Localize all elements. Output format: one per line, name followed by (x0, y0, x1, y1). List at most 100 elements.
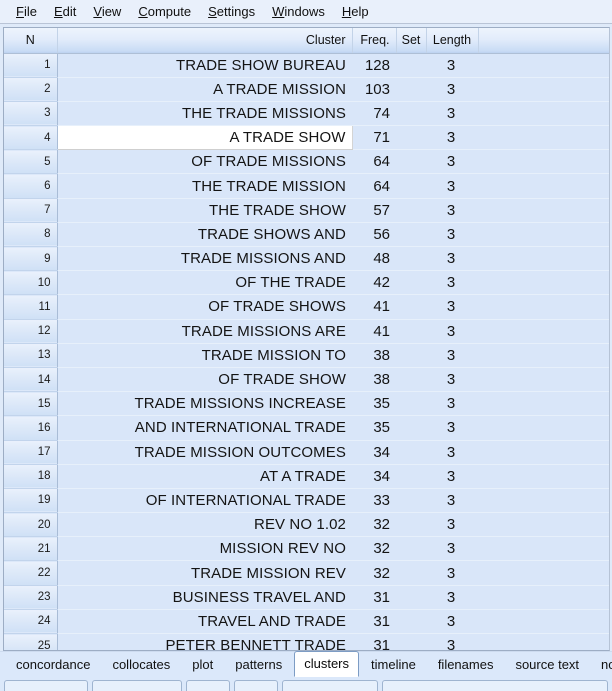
cell-set[interactable] (396, 560, 426, 586)
tab-filenames[interactable]: filenames (428, 652, 504, 677)
tab-clusters[interactable]: clusters (294, 651, 360, 677)
cell-set[interactable] (396, 222, 426, 248)
cell-frequency[interactable]: 64 (352, 149, 396, 175)
bottom-control-1[interactable] (4, 680, 88, 691)
table-row[interactable]: 24 TRAVEL AND TRADE 31 3 (4, 609, 609, 635)
table-row[interactable]: 18 AT A TRADE 34 3 (4, 464, 609, 489)
cell-cluster[interactable]: MISSION REV NO (57, 536, 352, 562)
cell-length[interactable]: 3 (426, 609, 478, 635)
cell-cluster[interactable]: TRADE MISSIONS ARE (57, 319, 352, 344)
menu-item-help[interactable]: Help (334, 2, 378, 21)
table-row[interactable]: 13 TRADE MISSION TO 38 3 (4, 343, 609, 368)
cell-length[interactable]: 3 (426, 440, 478, 465)
cell-frequency[interactable]: 42 (352, 270, 396, 296)
cell-frequency[interactable]: 71 (352, 125, 396, 151)
cell-set[interactable] (396, 246, 426, 272)
tab-timeline[interactable]: timeline (361, 652, 426, 677)
cell-length[interactable]: 3 (426, 536, 478, 562)
cell-set[interactable] (396, 415, 426, 441)
column-header-n[interactable]: N (4, 28, 58, 54)
cell-length[interactable]: 3 (426, 488, 478, 514)
cell-frequency[interactable]: 34 (352, 440, 396, 465)
bottom-control-2[interactable] (92, 680, 182, 691)
column-header-freq[interactable]: Freq. (352, 28, 397, 54)
cell-cluster[interactable]: TRADE MISSION OUTCOMES (57, 440, 352, 465)
cell-frequency[interactable]: 41 (352, 294, 396, 320)
menu-item-edit[interactable]: Edit (46, 2, 85, 21)
cell-cluster[interactable]: THE TRADE SHOW (57, 198, 352, 223)
table-row[interactable]: 1 TRADE SHOW BUREAU 128 3 (4, 53, 609, 78)
cell-cluster[interactable]: TRADE MISSIONS INCREASE (57, 391, 352, 417)
table-row[interactable]: 7 THE TRADE SHOW 57 3 (4, 198, 609, 223)
cell-set[interactable] (396, 512, 426, 538)
table-row[interactable]: 22 TRADE MISSION REV 32 3 (4, 560, 609, 586)
cell-length[interactable]: 3 (426, 560, 478, 586)
cell-cluster[interactable]: TRADE SHOWS AND (57, 222, 352, 248)
menu-item-file[interactable]: File (8, 2, 46, 21)
column-header-cluster[interactable]: Cluster (57, 28, 353, 54)
cell-frequency[interactable]: 33 (352, 488, 396, 514)
table-row[interactable]: 15 TRADE MISSIONS INCREASE 35 3 (4, 391, 609, 417)
column-header-set[interactable]: Set (396, 28, 427, 54)
cell-set[interactable] (396, 633, 426, 650)
table-row[interactable]: 5 OF TRADE MISSIONS 64 3 (4, 149, 609, 175)
table-row[interactable]: 3 THE TRADE MISSIONS 74 3 (4, 101, 609, 127)
cell-length[interactable]: 3 (426, 367, 478, 393)
table-row[interactable]: 20 REV NO 1.02 32 3 (4, 512, 609, 538)
table-row[interactable]: 11 OF TRADE SHOWS 41 3 (4, 294, 609, 320)
cell-set[interactable] (396, 488, 426, 514)
cell-length[interactable]: 3 (426, 101, 478, 127)
cell-length[interactable]: 3 (426, 222, 478, 248)
cell-set[interactable] (396, 319, 426, 344)
clusters-table-container[interactable]: N Cluster Freq. Set Length 1 TRADE SHOW B… (3, 27, 610, 651)
table-row[interactable]: 19 OF INTERNATIONAL TRADE 33 3 (4, 488, 609, 514)
table-row[interactable]: 10 OF THE TRADE 42 3 (4, 270, 609, 296)
cell-set[interactable] (396, 464, 426, 489)
cell-set[interactable] (396, 149, 426, 175)
cell-frequency[interactable]: 34 (352, 464, 396, 489)
cell-frequency[interactable]: 35 (352, 391, 396, 417)
cell-set[interactable] (396, 343, 426, 368)
cell-length[interactable]: 3 (426, 198, 478, 223)
cell-length[interactable]: 3 (426, 294, 478, 320)
table-row[interactable]: 2A TRADE MISSION 103 3 (4, 77, 609, 102)
cell-cluster[interactable]: A TRADE SHOW (56, 125, 353, 151)
cell-set[interactable] (396, 173, 426, 199)
tab-concordance[interactable]: concordance (6, 652, 100, 677)
tab-plot[interactable]: plot (182, 652, 223, 677)
cell-set[interactable] (396, 585, 426, 610)
cell-frequency[interactable]: 48 (352, 246, 396, 272)
bottom-control-4[interactable] (234, 680, 278, 691)
cell-frequency[interactable]: 41 (352, 319, 396, 344)
tab-source-text[interactable]: source text (505, 652, 589, 677)
cell-frequency[interactable]: 128 (352, 53, 396, 78)
cell-set[interactable] (396, 53, 426, 78)
cell-frequency[interactable]: 31 (352, 585, 396, 610)
cell-frequency[interactable]: 32 (352, 512, 396, 538)
menu-item-windows[interactable]: Windows (264, 2, 334, 21)
table-row[interactable]: 25 PETER BENNETT TRADE 31 3 (4, 633, 609, 650)
cell-cluster[interactable]: REV NO 1.02 (57, 512, 352, 538)
cell-cluster[interactable]: THE TRADE MISSIONS (57, 101, 352, 127)
cell-cluster[interactable]: THE TRADE MISSION (57, 173, 352, 199)
table-row[interactable]: 23 BUSINESS TRAVEL AND 31 3 (4, 585, 609, 610)
cell-set[interactable] (396, 198, 426, 223)
cell-cluster[interactable]: AND INTERNATIONAL TRADE (57, 415, 352, 441)
cell-set[interactable] (396, 125, 426, 151)
cell-length[interactable]: 3 (426, 585, 478, 610)
bottom-control-5[interactable] (282, 680, 378, 691)
cell-cluster[interactable]: PETER BENNETT TRADE (57, 633, 352, 650)
cell-set[interactable] (396, 101, 426, 127)
cell-set[interactable] (396, 294, 426, 320)
cell-set[interactable] (396, 536, 426, 562)
cell-cluster[interactable]: OF TRADE SHOW (57, 367, 352, 393)
cell-set[interactable] (396, 270, 426, 296)
cell-length[interactable]: 3 (426, 633, 478, 650)
cell-cluster[interactable]: TRAVEL AND TRADE (57, 609, 352, 635)
cell-length[interactable]: 3 (426, 125, 478, 151)
cell-length[interactable]: 3 (426, 270, 478, 296)
cell-frequency[interactable]: 35 (352, 415, 396, 441)
cell-frequency[interactable]: 31 (352, 609, 396, 635)
cell-length[interactable]: 3 (426, 343, 478, 368)
cell-frequency[interactable]: 57 (352, 198, 396, 223)
